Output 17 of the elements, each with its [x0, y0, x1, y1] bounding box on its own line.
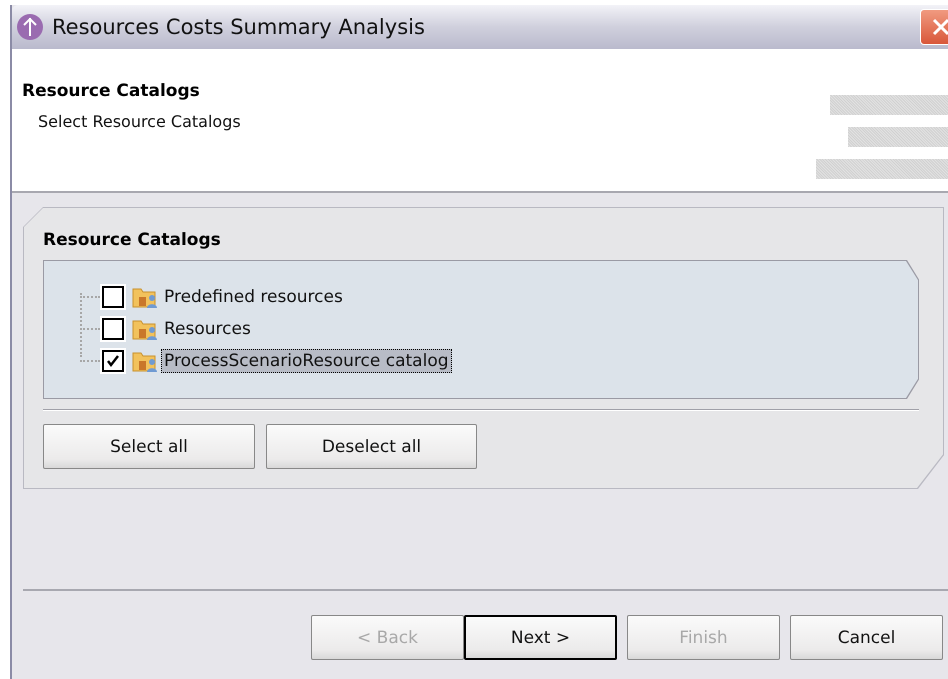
page-description: Select Resource Catalogs: [38, 112, 242, 131]
window-title: Resources Costs Summary Analysis: [52, 15, 425, 39]
checkbox[interactable]: [102, 318, 124, 340]
group-title: Resource Catalogs: [43, 230, 222, 250]
tree-item[interactable]: Resources: [161, 317, 254, 341]
checkbox[interactable]: [102, 350, 124, 372]
wizard-button[interactable]: Cancel: [790, 615, 943, 660]
deselect-all-button[interactable]: Deselect all: [266, 424, 477, 469]
wizard-button[interactable]: Next >: [464, 615, 617, 660]
close-icon: [930, 16, 948, 38]
checkbox[interactable]: [102, 286, 124, 308]
app-icon: [16, 13, 44, 41]
tree-item[interactable]: ProcessScenarioResource catalog: [161, 349, 452, 373]
check-icon: [106, 354, 120, 368]
tree-item[interactable]: Predefined resources: [161, 285, 346, 309]
page-title: Resource Catalogs: [22, 81, 201, 101]
select-all-button[interactable]: Select all: [43, 424, 255, 469]
